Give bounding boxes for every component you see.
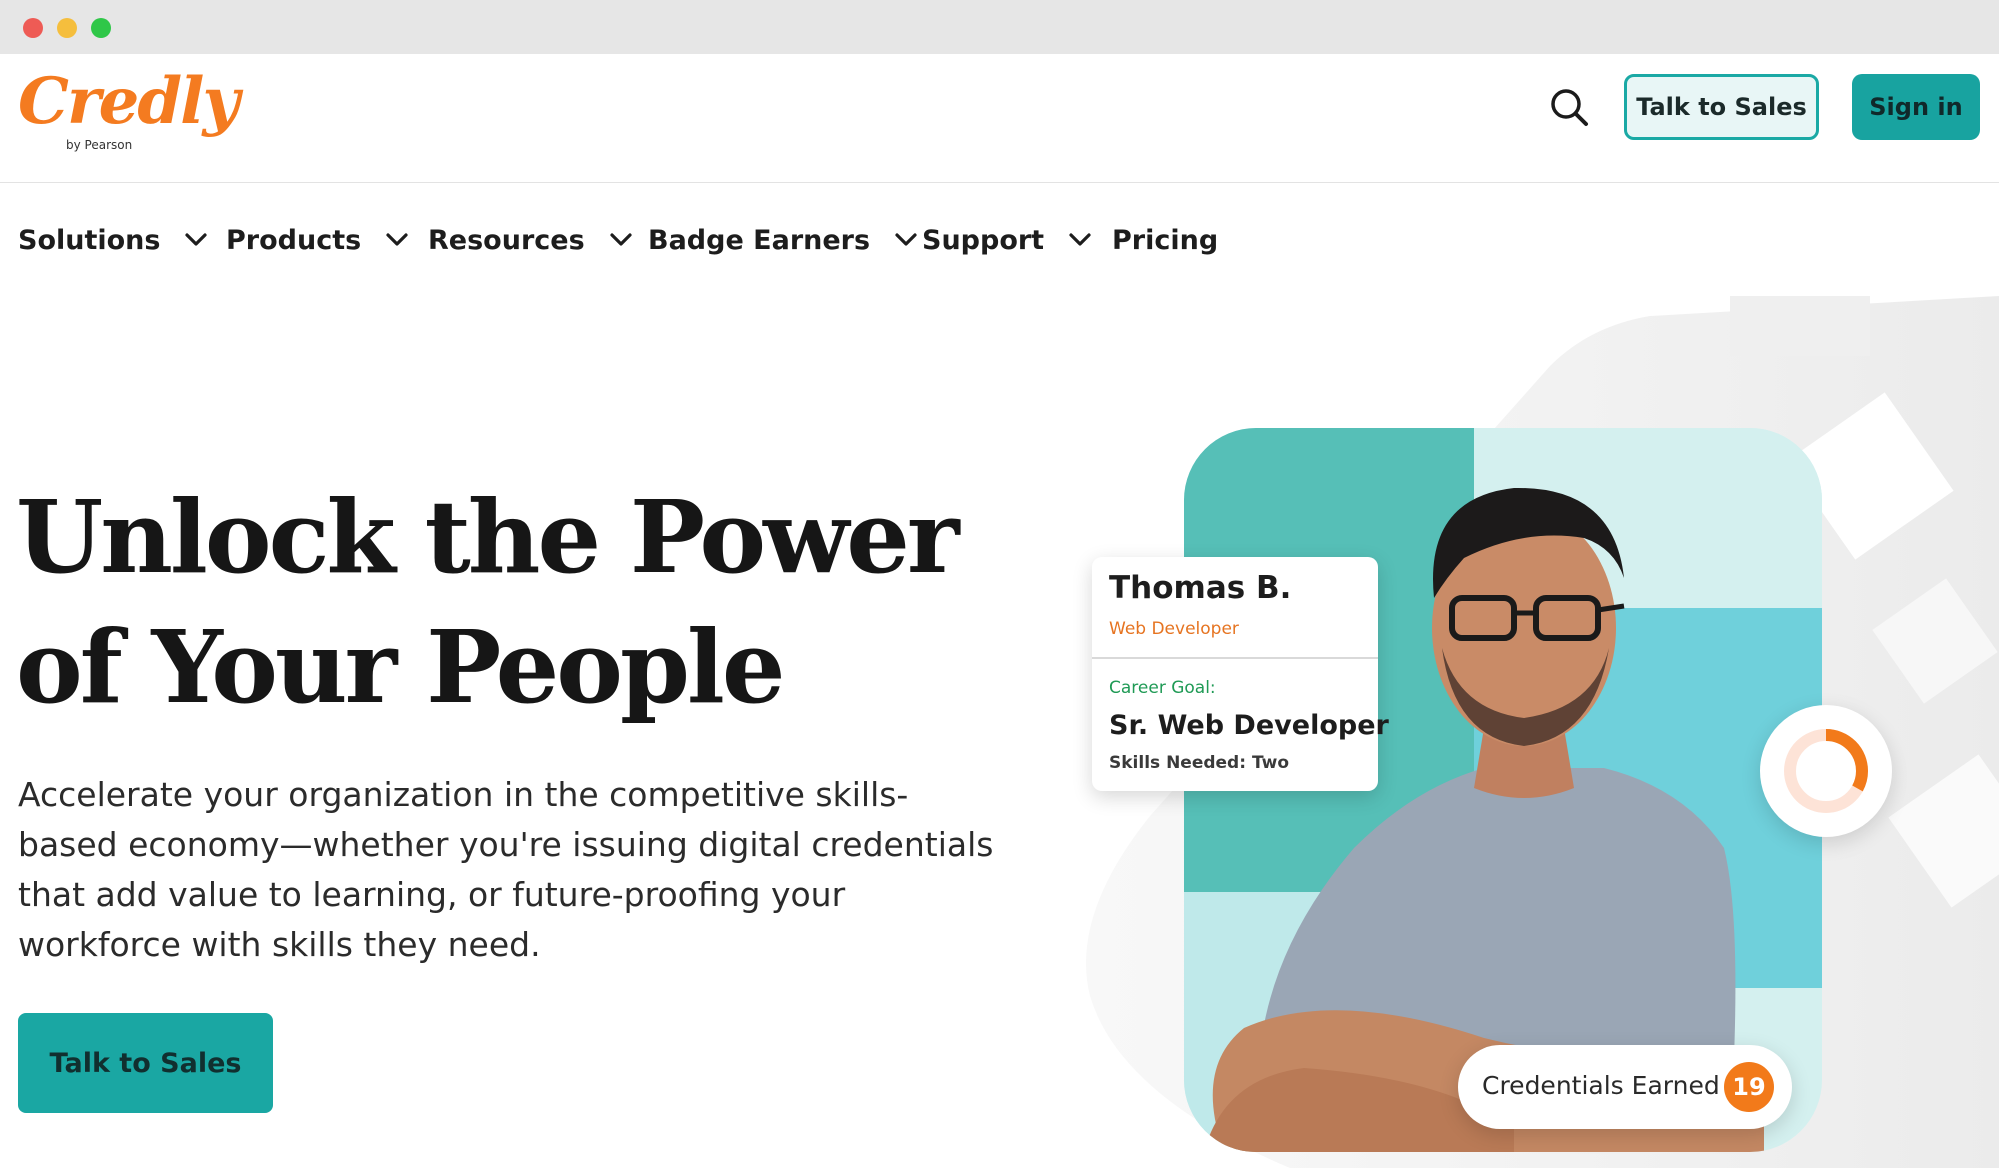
window-maximize-button[interactable] bbox=[91, 18, 111, 38]
profile-divider bbox=[1092, 657, 1378, 659]
hero-title-line-1: Unlock the Power bbox=[16, 478, 960, 596]
talk-to-sales-button[interactable]: Talk to Sales bbox=[1624, 74, 1819, 140]
credentials-label: Credentials Earned bbox=[1482, 1071, 1720, 1100]
nav-item-pricing[interactable]: Pricing bbox=[1112, 210, 1218, 270]
nav-item-label: Pricing bbox=[1112, 224, 1219, 256]
sign-in-button[interactable]: Sign in bbox=[1852, 74, 1980, 140]
profile-name: Thomas B. bbox=[1109, 570, 1292, 606]
nav-item-label: Badge Earners bbox=[648, 224, 871, 256]
nav-item-products[interactable]: Products bbox=[226, 210, 409, 270]
nav-item-label: Resources bbox=[428, 224, 585, 256]
site-header: Credly by Pearson Talk to Sales Sign in bbox=[0, 54, 1999, 183]
progress-ring bbox=[1784, 729, 1868, 813]
credentials-earned-pill: Credentials Earned 19 bbox=[1458, 1045, 1792, 1129]
nav-item-label: Support bbox=[922, 224, 1045, 256]
nav-item-label: Solutions bbox=[18, 224, 161, 256]
profile-role: Web Developer bbox=[1109, 619, 1239, 639]
career-goal-label: Career Goal: bbox=[1109, 678, 1216, 698]
nav-item-solutions[interactable]: Solutions bbox=[18, 210, 208, 270]
credly-logo[interactable]: Credly by Pearson bbox=[18, 64, 240, 164]
browser-titlebar bbox=[0, 0, 1999, 54]
window-close-button[interactable] bbox=[23, 18, 43, 38]
chevron-down-icon bbox=[386, 233, 408, 246]
hero-title-line-2: of Your People bbox=[16, 608, 785, 726]
progress-ring-card bbox=[1760, 705, 1892, 837]
hero-talk-to-sales-button[interactable]: Talk to Sales bbox=[18, 1013, 273, 1113]
chevron-down-icon bbox=[610, 233, 632, 246]
profile-card: Thomas B. Web Developer Career Goal: Sr.… bbox=[1092, 557, 1389, 791]
nav-item-resources[interactable]: Resources bbox=[428, 210, 633, 270]
skills-needed: Skills Needed: Two bbox=[1109, 753, 1290, 773]
hero-description: Accelerate your organization in the comp… bbox=[18, 775, 994, 964]
logo-subtitle: by Pearson bbox=[66, 138, 133, 152]
nav-item-badge-earners[interactable]: Badge Earners bbox=[648, 210, 918, 270]
chevron-down-icon bbox=[185, 233, 208, 246]
nav-item-label: Products bbox=[226, 224, 362, 256]
hero-title: Unlock the Power of Your People bbox=[16, 472, 976, 732]
search-icon[interactable] bbox=[1546, 84, 1592, 130]
credentials-count-badge: 19 bbox=[1724, 1062, 1774, 1112]
window-minimize-button[interactable] bbox=[57, 18, 77, 38]
chevron-down-icon bbox=[895, 233, 917, 246]
logo-wordmark: Credly bbox=[18, 64, 240, 139]
nav-item-support[interactable]: Support bbox=[922, 210, 1092, 270]
career-goal: Sr. Web Developer bbox=[1109, 710, 1389, 741]
chevron-down-icon bbox=[1069, 233, 1091, 246]
